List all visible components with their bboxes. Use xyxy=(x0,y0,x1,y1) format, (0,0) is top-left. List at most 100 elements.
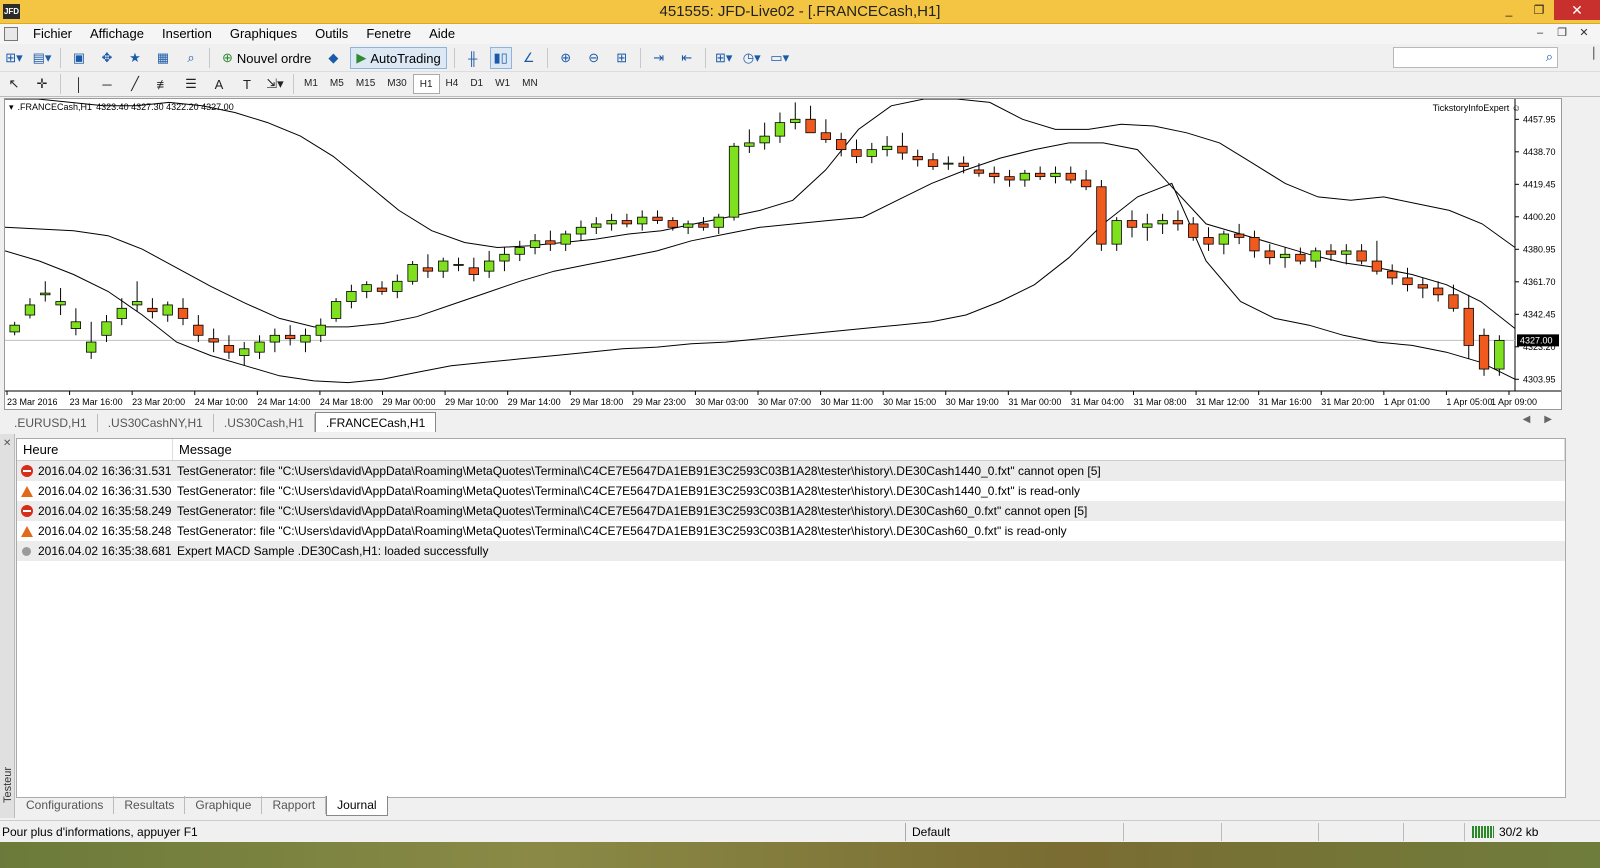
menu-aide[interactable]: Aide xyxy=(420,24,464,44)
chart-tab-us30cashny[interactable]: .US30CashNY,H1 xyxy=(98,414,214,432)
new-order-button[interactable]: ⊕ Nouvel ordre xyxy=(217,47,316,69)
tab-graphique[interactable]: Graphique xyxy=(185,796,263,814)
line-chart-icon[interactable]: ∠ xyxy=(518,47,540,69)
document-icon[interactable] xyxy=(4,27,18,41)
bar-chart-icon[interactable]: ╫ xyxy=(462,47,484,69)
crosshair-icon[interactable]: ✛ xyxy=(31,73,53,95)
text-label-icon[interactable]: T xyxy=(236,73,258,95)
profiles-icon[interactable]: ▤▾ xyxy=(31,47,53,69)
vertical-line-icon[interactable]: │ xyxy=(68,73,90,95)
timeframe-m15[interactable]: M15 xyxy=(350,74,381,94)
chart-tab-francecash[interactable]: .FRANCECash,H1 xyxy=(314,412,437,432)
candlestick-chart[interactable]: 4457.95 4438.70 4419.45 4400.20 4380.95 4361.… xyxy=(5,99,1561,409)
time-label: 30 Mar 03:00 xyxy=(695,397,748,407)
candle-body xyxy=(1295,253,1306,262)
chart-tab-us30cash[interactable]: .US30Cash,H1 xyxy=(214,414,315,432)
journal-row[interactable]: 2016.04.02 16:36:31.531 TestGenerator: fi… xyxy=(17,461,1565,481)
terminal-icon[interactable]: ▦ xyxy=(152,47,174,69)
chart-shift-icon[interactable]: ⇤ xyxy=(676,47,698,69)
text-icon[interactable]: A xyxy=(208,73,230,95)
candle-body xyxy=(483,260,495,272)
zoom-in-icon[interactable]: ⊕ xyxy=(555,47,577,69)
chart-collapse-icon[interactable]: ▾ xyxy=(9,102,14,113)
timeframe-w1[interactable]: W1 xyxy=(489,74,516,94)
templates-icon[interactable]: ▭▾ xyxy=(769,47,791,69)
timeframe-mn[interactable]: MN xyxy=(516,74,544,94)
periods-icon[interactable]: ◷▾ xyxy=(741,47,763,69)
close-button[interactable]: ✕ xyxy=(1554,0,1600,20)
chart-tab-eurusd[interactable]: .EURUSD,H1 xyxy=(4,414,98,432)
fibonacci-icon[interactable]: ☰ xyxy=(180,73,202,95)
journal-time: 2016.04.02 16:35:58.249 xyxy=(17,504,173,518)
meta-editor-icon[interactable]: ◆ xyxy=(322,47,344,69)
strategy-tester-icon[interactable]: ⌕ xyxy=(180,47,202,69)
mdi-minimize-button[interactable]: – xyxy=(1532,26,1548,41)
zoom-out-icon[interactable]: ⊖ xyxy=(583,47,605,69)
expert-name: TickstoryInfoExpert ☺ xyxy=(1432,103,1521,113)
timeframe-m30[interactable]: M30 xyxy=(381,74,412,94)
connection-status[interactable]: 30/2 kb xyxy=(1472,823,1538,841)
menu-insertion[interactable]: Insertion xyxy=(153,24,221,44)
new-chart-icon[interactable]: ⊞▾ xyxy=(3,47,25,69)
time-label: 29 Mar 18:00 xyxy=(570,397,623,407)
candlestick-icon[interactable]: ▮▯ xyxy=(489,47,512,69)
status-bar: Pour plus d'informations, appuyer F1 Def… xyxy=(0,820,1600,842)
candle-body xyxy=(1203,237,1214,245)
column-message[interactable]: Message xyxy=(173,439,1565,460)
indicators-icon[interactable]: ⊞▾ xyxy=(713,47,735,69)
tab-configurations[interactable]: Configurations xyxy=(16,796,115,814)
market-watch-icon[interactable]: ▣ xyxy=(68,47,90,69)
tile-windows-icon[interactable]: ⊞ xyxy=(611,47,633,69)
timeframe-h1[interactable]: H1 xyxy=(412,74,440,94)
candle-body xyxy=(1157,220,1168,225)
timeframe-d1[interactable]: D1 xyxy=(464,74,489,94)
timeframe-h4[interactable]: H4 xyxy=(440,74,465,94)
tab-next-icon[interactable]: ▶ xyxy=(1544,414,1552,425)
candle-body xyxy=(438,260,449,272)
journal-row[interactable]: 2016.04.02 16:35:38.681 Expert MACD Sampl… xyxy=(17,541,1565,561)
journal-row[interactable]: 2016.04.02 16:35:58.248 TestGenerator: fi… xyxy=(17,521,1565,541)
trendline-icon[interactable]: ╱ xyxy=(124,73,146,95)
menu-outils[interactable]: Outils xyxy=(306,24,357,44)
status-profile: Default xyxy=(905,822,950,841)
close-panel-icon[interactable]: ✕ xyxy=(3,438,11,449)
arrows-icon[interactable]: ⇲▾ xyxy=(264,73,286,95)
auto-scroll-icon[interactable]: ⇥ xyxy=(648,47,670,69)
timeframe-m5[interactable]: M5 xyxy=(324,74,350,94)
menu-graphiques[interactable]: Graphiques xyxy=(221,24,306,44)
journal-row[interactable]: 2016.04.02 16:35:58.249 TestGenerator: fi… xyxy=(17,501,1565,521)
time-label: 24 Mar 14:00 xyxy=(257,397,310,407)
journal-message: TestGenerator: file "C:\Users\david\AppD… xyxy=(177,524,1067,538)
restore-button[interactable]: ❐ xyxy=(1524,0,1554,20)
mdi-restore-button[interactable]: ❐ xyxy=(1554,26,1570,41)
candle-body xyxy=(912,155,923,161)
menu-fenetre[interactable]: Fenetre xyxy=(357,24,420,44)
minimize-button[interactable]: _ xyxy=(1494,0,1524,20)
price-chart[interactable]: 4457.95 4438.70 4419.45 4400.20 4380.95 4361.… xyxy=(4,98,1562,410)
mdi-close-button[interactable]: ✕ xyxy=(1576,26,1592,41)
column-heure[interactable]: Heure xyxy=(17,439,173,460)
tab-resultats[interactable]: Resultats xyxy=(114,796,186,814)
candle-body xyxy=(1218,233,1229,245)
journal-row[interactable]: 2016.04.02 16:36:31.530 TestGenerator: fi… xyxy=(17,481,1565,501)
candle-body xyxy=(1035,172,1046,178)
cursor-icon[interactable]: ↖ xyxy=(3,73,25,95)
navigator-icon[interactable]: ★ xyxy=(124,47,146,69)
tab-journal[interactable]: Journal xyxy=(326,796,388,816)
toolbar-scroll-handle[interactable]: ▕ xyxy=(1582,47,1598,67)
menu-fichier[interactable]: Fichier xyxy=(24,24,81,44)
tab-prev-icon[interactable]: ◀ xyxy=(1523,414,1531,425)
horizontal-line-icon[interactable]: ─ xyxy=(96,73,118,95)
menu-affichage[interactable]: Affichage xyxy=(81,24,153,44)
candle-body xyxy=(744,142,755,147)
search-input[interactable]: ⌕ xyxy=(1393,47,1558,68)
time-label: 23 Mar 2016 xyxy=(7,397,58,407)
autotrading-button[interactable]: ▶ AutoTrading xyxy=(350,47,447,69)
mdi-controls: – ❐ ✕ xyxy=(1532,26,1592,41)
new-order-icon: ⊕ xyxy=(222,50,233,65)
tab-rapport[interactable]: Rapport xyxy=(262,796,327,814)
data-window-icon[interactable]: ✥ xyxy=(96,47,118,69)
timeframe-m1[interactable]: M1 xyxy=(298,74,324,94)
equidistant-channel-icon[interactable]: ≢ xyxy=(152,73,174,95)
candle-body xyxy=(866,149,877,157)
